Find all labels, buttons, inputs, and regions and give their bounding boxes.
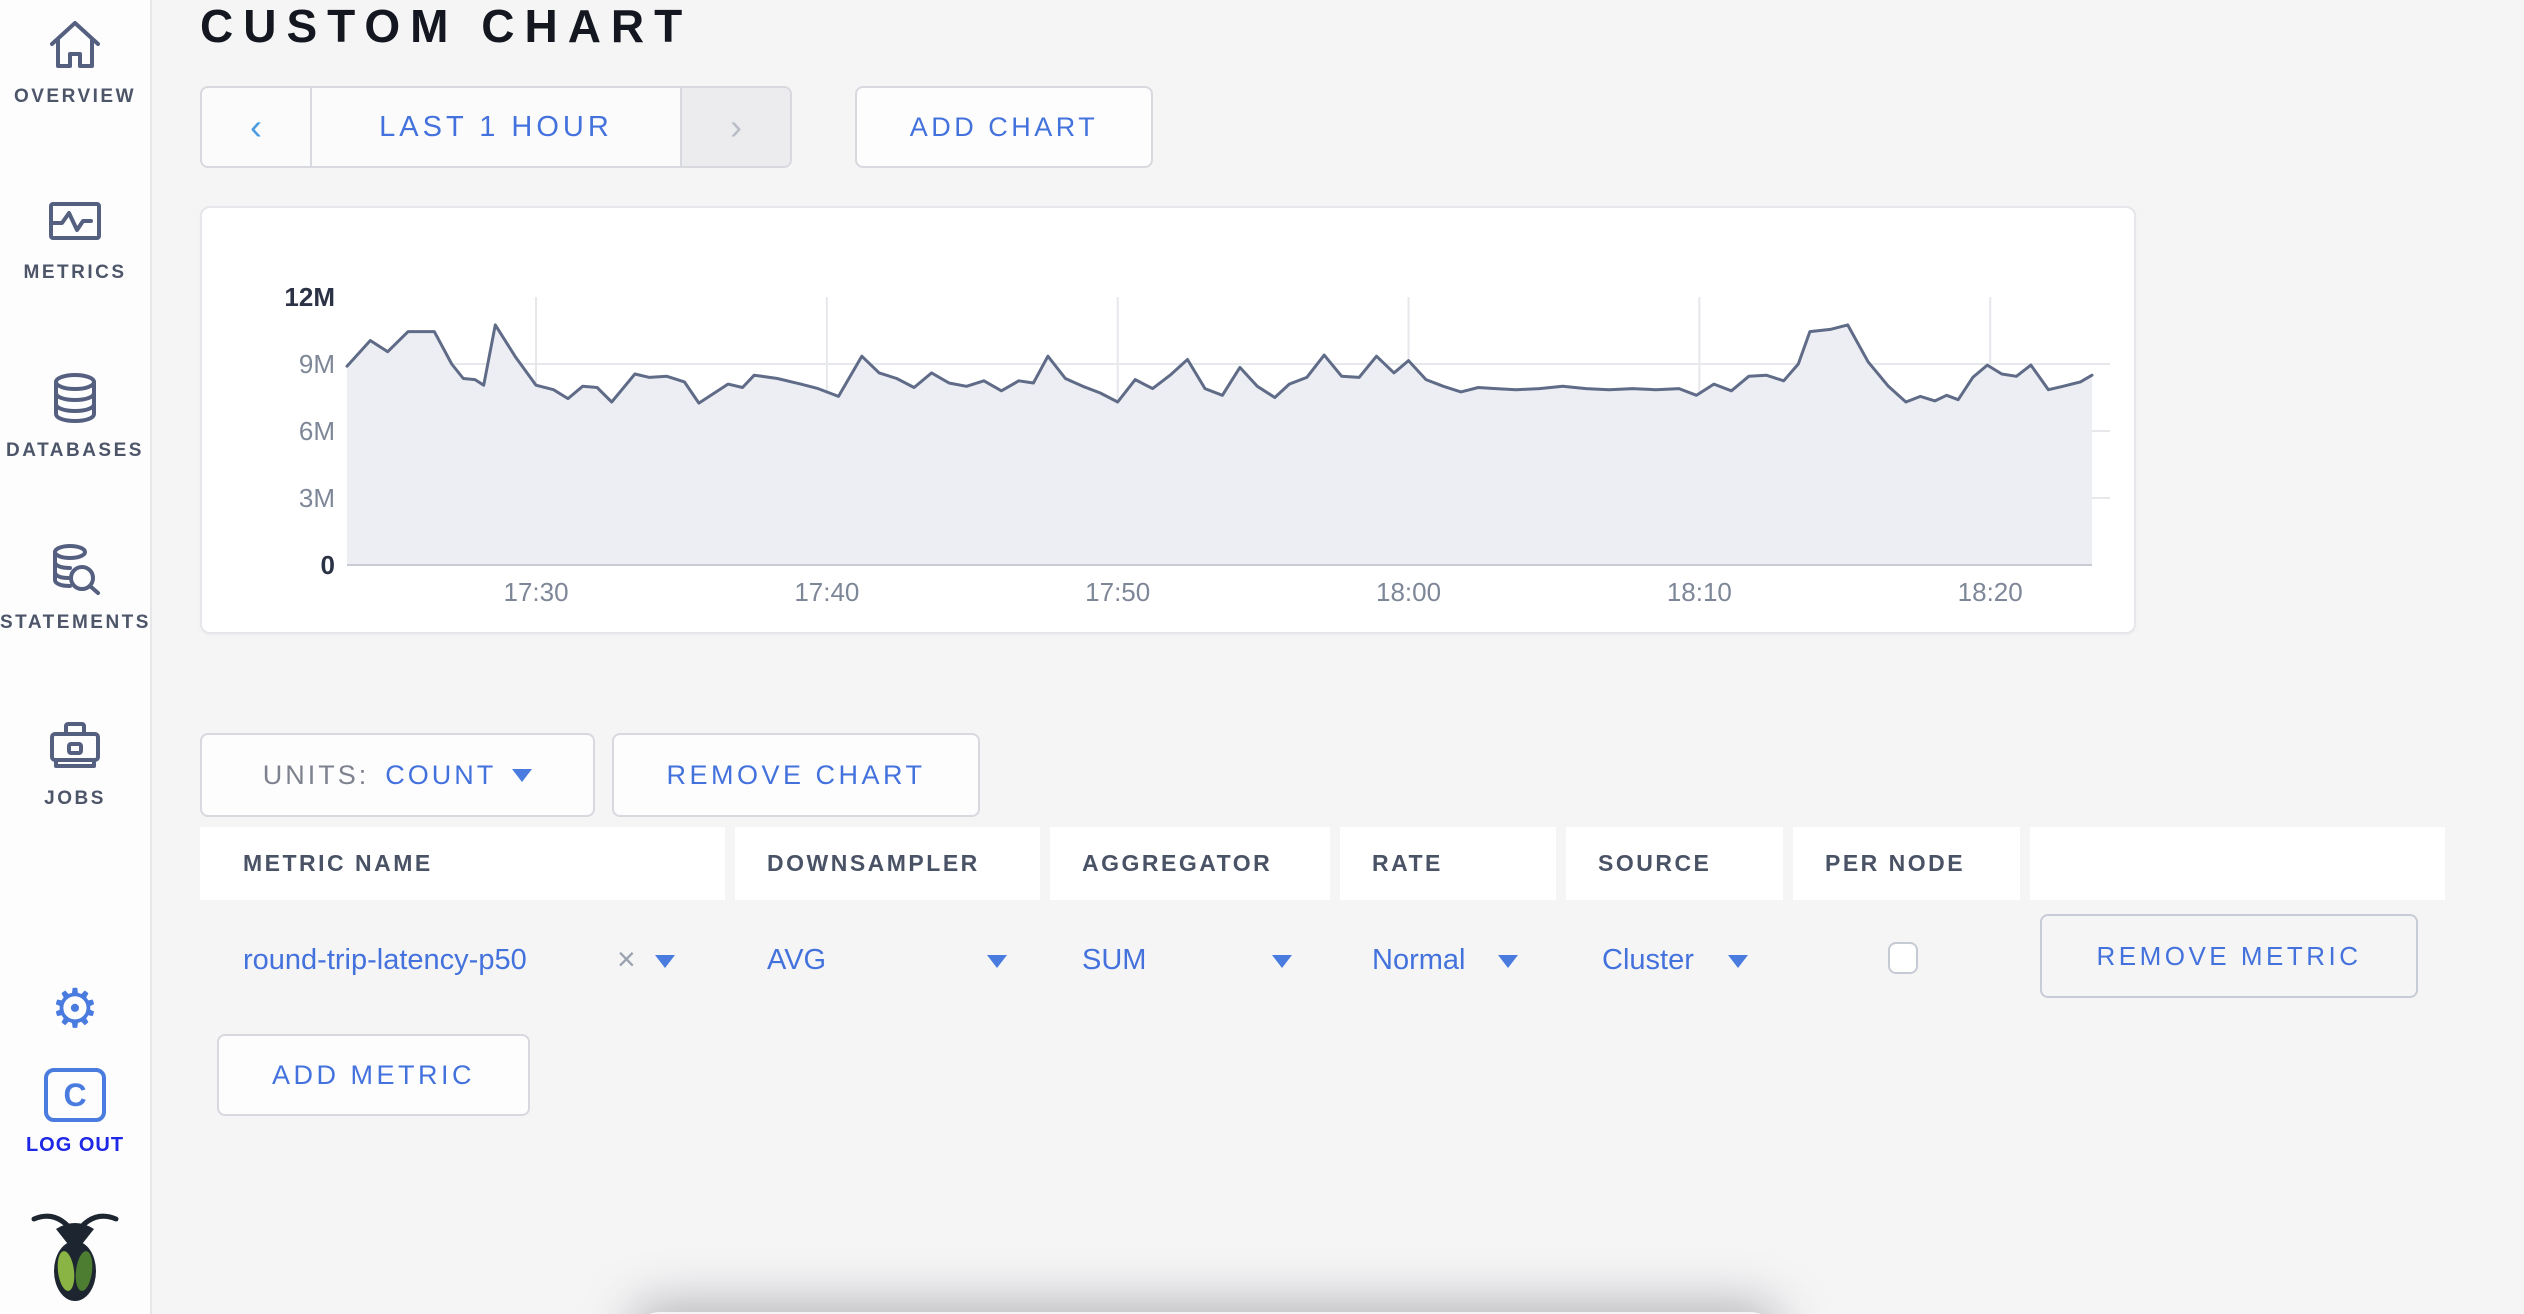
time-range-selector: ‹ LAST 1 HOUR › bbox=[200, 86, 792, 168]
add-metric-button[interactable]: ADD METRIC bbox=[217, 1034, 530, 1116]
sidebar-item-statements[interactable]: STATEMENTS bbox=[0, 540, 150, 634]
cockroach-bug-logo bbox=[0, 1205, 150, 1305]
svg-text:17:50: 17:50 bbox=[1085, 577, 1150, 607]
column-header-source: SOURCE bbox=[1566, 827, 1783, 900]
remove-chart-button[interactable]: REMOVE CHART bbox=[612, 733, 980, 817]
databases-icon bbox=[54, 373, 96, 424]
svg-text:18:20: 18:20 bbox=[1958, 577, 2023, 607]
home-icon bbox=[50, 21, 100, 68]
source-select[interactable]: Cluster bbox=[1602, 944, 1694, 977]
aggregator-chevron-down-icon[interactable] bbox=[1272, 955, 1292, 968]
sidebar-item-overview[interactable]: OVERVIEW bbox=[0, 14, 150, 108]
downsampler-chevron-down-icon[interactable] bbox=[987, 955, 1007, 968]
source-chevron-down-icon[interactable] bbox=[1728, 955, 1748, 968]
units-prefix-label: UNITS: bbox=[262, 759, 370, 790]
add-chart-button[interactable]: ADD CHART bbox=[855, 86, 1153, 168]
rate-select[interactable]: Normal bbox=[1372, 944, 1465, 977]
sidebar-item-jobs[interactable]: JOBS bbox=[0, 716, 150, 810]
per-node-checkbox[interactable] bbox=[1888, 942, 1918, 974]
svg-text:17:40: 17:40 bbox=[794, 577, 859, 607]
cockroach-c-logo-icon: C bbox=[44, 1068, 106, 1122]
svg-text:9M: 9M bbox=[299, 349, 335, 379]
time-range-prev-button[interactable]: ‹ bbox=[202, 88, 312, 166]
time-range-next-button[interactable]: › bbox=[680, 88, 790, 166]
svg-text:17:30: 17:30 bbox=[504, 577, 569, 607]
chevron-down-icon bbox=[512, 768, 533, 782]
units-selected-value: COUNT bbox=[385, 759, 497, 790]
sidebar-item-label: DATABASES bbox=[6, 440, 144, 461]
gear-icon: ⚙ bbox=[50, 979, 100, 1039]
sidebar-item-label: JOBS bbox=[44, 788, 106, 809]
latency-area-chart: 0 3M 6M 9M 12M 17:30 17:40 17:50 18:00 18:10 18:20 bbox=[284, 282, 2110, 607]
sidebar-item-logout[interactable]: C LOG OUT bbox=[0, 1068, 150, 1157]
svg-text:18:10: 18:10 bbox=[1667, 577, 1732, 607]
jobs-icon bbox=[50, 722, 100, 768]
units-dropdown[interactable]: UNITS: COUNT bbox=[200, 733, 595, 817]
statements-icon bbox=[53, 544, 100, 595]
sidebar-item-databases[interactable]: DATABASES bbox=[0, 368, 150, 462]
column-header-rate: RATE bbox=[1340, 827, 1556, 900]
clear-metric-icon[interactable]: × bbox=[617, 941, 636, 978]
svg-text:0: 0 bbox=[321, 550, 335, 580]
column-header-aggregator: AGGREGATOR bbox=[1050, 827, 1330, 900]
sidebar: OVERVIEW METRICS DATABASES STATEMENTS JO… bbox=[0, 0, 152, 1314]
sidebar-item-metrics[interactable]: METRICS bbox=[0, 190, 150, 284]
column-header-per-node: PER NODE bbox=[1793, 827, 2020, 900]
svg-text:18:00: 18:00 bbox=[1376, 577, 1441, 607]
metric-name-value[interactable]: round-trip-latency-p50 bbox=[243, 944, 527, 977]
column-header-downsampler: DOWNSAMPLER bbox=[735, 827, 1040, 900]
column-header-actions bbox=[2030, 827, 2445, 900]
metrics-icon bbox=[49, 202, 101, 240]
custom-chart-card: 0 3M 6M 9M 12M 17:30 17:40 17:50 18:00 18:10 18:20 bbox=[200, 206, 2136, 634]
svg-text:12M: 12M bbox=[284, 282, 335, 312]
main-content: CUSTOM CHART ‹ LAST 1 HOUR › ADD CHART 0… bbox=[152, 0, 2524, 1314]
downsampler-select[interactable]: AVG bbox=[767, 944, 826, 977]
sidebar-item-label: OVERVIEW bbox=[13, 86, 137, 107]
logout-label: LOG OUT bbox=[25, 1134, 125, 1156]
svg-text:6M: 6M bbox=[299, 416, 335, 446]
page-title: CUSTOM CHART bbox=[200, 0, 693, 52]
remove-metric-button[interactable]: REMOVE METRIC bbox=[2040, 914, 2418, 998]
metric-name-chevron-down-icon[interactable] bbox=[655, 955, 675, 968]
column-header-metric-name: METRIC NAME bbox=[200, 827, 725, 900]
svg-text:3M: 3M bbox=[299, 483, 335, 513]
aggregator-select[interactable]: SUM bbox=[1082, 944, 1146, 977]
cockroach-bug-icon bbox=[31, 1213, 119, 1301]
time-range-label[interactable]: LAST 1 HOUR bbox=[312, 88, 680, 166]
rate-chevron-down-icon[interactable] bbox=[1498, 955, 1518, 968]
sidebar-item-label: STATEMENTS bbox=[0, 612, 151, 633]
sidebar-item-label: METRICS bbox=[23, 262, 127, 283]
sidebar-item-settings[interactable]: ⚙ bbox=[0, 982, 150, 1036]
